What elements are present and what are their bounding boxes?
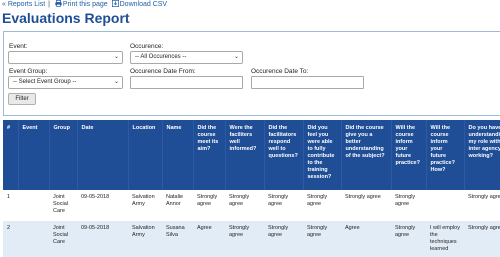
column-header: Did the facilitators respond well to que… xyxy=(264,120,304,190)
reports-list-link[interactable]: « Reports List xyxy=(2,1,45,8)
date-to-input[interactable] xyxy=(251,76,364,89)
column-header: Event xyxy=(18,120,50,190)
table-cell: 1 xyxy=(3,190,18,221)
table-cell: Strongly agree xyxy=(264,221,303,257)
column-header: Location xyxy=(128,120,163,190)
table-cell: Strongly agree xyxy=(264,190,303,221)
column-header: Did the course give you a better underst… xyxy=(341,120,392,190)
table-cell: Strongly agree xyxy=(391,221,426,257)
evaluations-table: # Event Group Date Location Name Did the… xyxy=(3,120,500,257)
table-header-row: # Event Group Date Location Name Did the… xyxy=(3,120,500,190)
table-cell: Joint Social Care xyxy=(49,221,77,257)
column-header: Name xyxy=(162,120,194,190)
event-group-select-value: -- Select Event Group -- xyxy=(13,79,77,85)
column-header: Did the course meet its aim? xyxy=(193,120,226,190)
table-cell: 2 xyxy=(3,221,18,257)
table-cell xyxy=(18,221,49,257)
table-cell: Strongly agree xyxy=(464,221,500,257)
chevron-down-icon: ⌄ xyxy=(113,54,119,60)
column-header: Date xyxy=(77,120,129,190)
table-cell: Joint Social Care xyxy=(49,190,77,221)
column-header: # xyxy=(3,120,19,190)
column-header: Will the course inform your future pract… xyxy=(426,120,465,190)
table-cell: Salvation Army xyxy=(128,221,162,257)
print-icon[interactable] xyxy=(55,0,62,10)
date-from-label: Occurence Date From: xyxy=(130,68,196,75)
table-cell: Susana Silva xyxy=(162,221,193,257)
occurence-select-value: -- All Occurences -- xyxy=(135,54,187,60)
event-select[interactable]: ⌄ xyxy=(8,51,123,64)
table-cell: Strongly agree xyxy=(193,190,225,221)
table-row: 1 Joint Social Care 09-05-2018 Salvation… xyxy=(3,190,500,221)
column-header: Group xyxy=(49,120,78,190)
chevron-down-icon: ⌄ xyxy=(113,79,119,85)
download-csv-link[interactable]: Download CSV xyxy=(120,1,167,8)
download-csv-icon[interactable] xyxy=(111,0,119,10)
table-cell xyxy=(426,190,464,221)
table-cell: Agree xyxy=(341,221,391,257)
column-header: Were the faciliters well informed? xyxy=(225,120,265,190)
occurence-select[interactable]: -- All Occurences -- ⌄ xyxy=(130,51,243,64)
top-links: « Reports List | Print this page Downloa… xyxy=(2,0,167,10)
chevron-down-icon: ⌄ xyxy=(233,54,239,60)
nav-separator: | xyxy=(48,1,50,8)
table-cell: Strongly agree xyxy=(391,190,426,221)
table-cell: Strongly agree xyxy=(464,190,500,221)
table-cell: Strongly agree xyxy=(225,190,264,221)
table-cell xyxy=(18,190,49,221)
event-group-select[interactable]: -- Select Event Group -- ⌄ xyxy=(8,76,123,89)
event-label: Event: xyxy=(9,43,28,50)
filter-button[interactable]: Filter xyxy=(8,93,36,105)
table-cell: Strongly agree xyxy=(303,190,341,221)
table-cell: Strongly agree xyxy=(341,190,391,221)
table-cell: Strongly agree xyxy=(225,221,264,257)
table-cell: I will employ the techniques learned xyxy=(426,221,464,257)
table-cell: 09-05-2018 xyxy=(77,221,128,257)
table-cell: Natalie Annor xyxy=(162,190,193,221)
table-row: 2 Joint Social Care 09-05-2018 Salvation… xyxy=(3,221,500,257)
date-to-label: Occurence Date To: xyxy=(251,68,309,75)
column-header: Did you feel you were able to fully cont… xyxy=(303,120,342,190)
column-header: Do you have better understanding of my r… xyxy=(464,120,500,190)
column-header: Will the course inform your future pract… xyxy=(391,120,427,190)
occurence-label: Occurence: xyxy=(130,43,164,50)
print-link[interactable]: Print this page xyxy=(63,1,108,8)
date-from-input[interactable] xyxy=(130,76,243,89)
page-title: Evaluations Report xyxy=(2,10,130,26)
table-cell: Salvation Army xyxy=(128,190,162,221)
table-cell: Agree xyxy=(193,221,225,257)
table-cell: 09-05-2018 xyxy=(77,190,128,221)
table-cell: Strongly agree xyxy=(303,221,341,257)
event-group-label: Event Group: xyxy=(9,68,48,75)
